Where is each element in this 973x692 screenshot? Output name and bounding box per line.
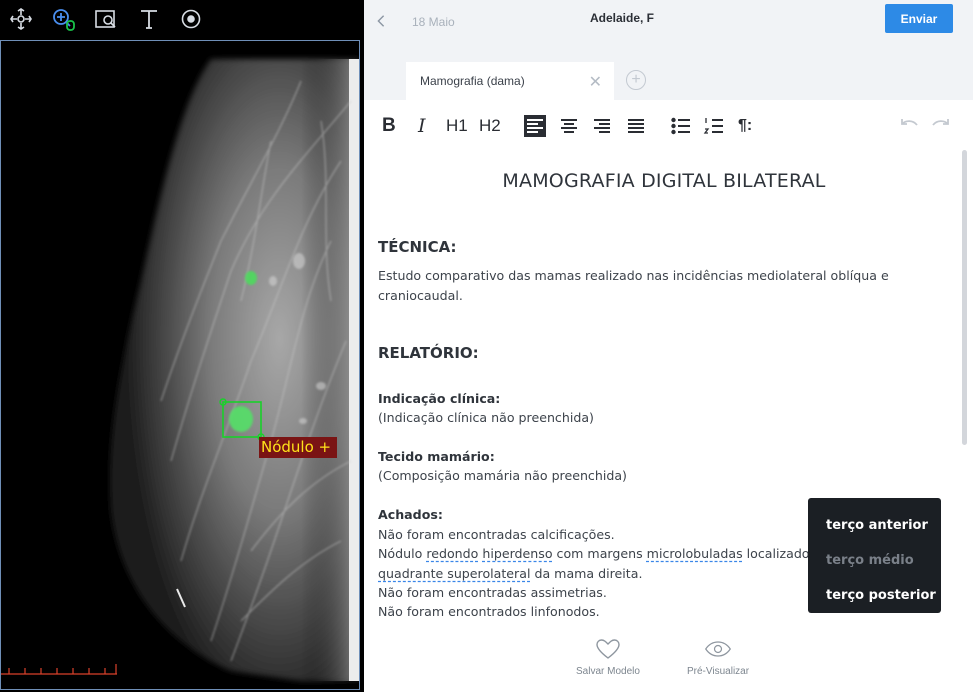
tab-mamografia[interactable]: Mamografia (dama) ✕: [406, 62, 614, 100]
report-title: MAMOGRAFIA DIGITAL BILATERAL: [502, 170, 826, 192]
heading2-button[interactable]: H2: [479, 114, 501, 138]
dropdown-option-medio[interactable]: terço médio: [808, 543, 941, 578]
editor-header: 18 Maio Adelaide, F Enviar Mamografia (d…: [364, 0, 973, 100]
back-chevron-icon[interactable]: [374, 12, 390, 30]
spellcheck-word[interactable]: redondo: [426, 546, 478, 561]
add-tab-icon[interactable]: +: [626, 70, 646, 90]
viewer-toolbar: [0, 0, 364, 38]
dropdown-option-posterior[interactable]: terço posterior: [808, 578, 941, 613]
paragraph-format-button[interactable]: ¶:: [738, 114, 752, 138]
mammogram-image: [1, 41, 359, 689]
zoom-in-icon[interactable]: [50, 6, 76, 32]
achados-label: Achados:: [378, 507, 443, 522]
eye-icon: [705, 641, 732, 657]
spellcheck-word[interactable]: hiperdenso: [482, 546, 552, 561]
align-justify-icon[interactable]: [625, 114, 647, 138]
undo-icon[interactable]: [898, 114, 920, 142]
document-scrollbar[interactable]: [962, 150, 967, 445]
magnifier-icon[interactable]: [93, 6, 119, 32]
achados-text: com margens: [552, 546, 647, 561]
exam-date: 18 Maio: [412, 15, 455, 29]
patient-name: Adelaide, F: [590, 11, 655, 25]
send-button[interactable]: Enviar: [885, 4, 953, 33]
achados-line4: Não foram encontradas assimetrias.: [378, 585, 607, 600]
image-viewer: Nódulo +: [0, 0, 364, 692]
bold-button[interactable]: B: [382, 114, 396, 138]
bullet-list-icon[interactable]: [670, 114, 692, 138]
target-icon[interactable]: [178, 6, 204, 32]
achados-line3: quadrante superolateral da mama direita.: [378, 564, 642, 584]
tecnica-heading: TÉCNICA:: [378, 238, 457, 256]
achados-text: Nódulo: [378, 546, 427, 561]
achados-line1: Não foram encontradas calcificações.: [378, 527, 615, 542]
nodule-annotation-label[interactable]: Nódulo +: [259, 437, 338, 458]
tecnica-text-line2: craniocaudal.: [378, 288, 463, 303]
formatting-toolbar: B I H1 H2 ¶:: [364, 100, 973, 150]
italic-button[interactable]: I: [418, 114, 426, 138]
achados-text: da mama direita.: [530, 566, 643, 581]
tecido-value: (Composição mamária não preenchida): [378, 468, 627, 483]
numbered-list-icon[interactable]: [703, 114, 725, 138]
save-model-button[interactable]: Salvar Modelo: [576, 638, 640, 684]
spellcheck-word[interactable]: quadrante superolateral: [378, 566, 530, 581]
scale-ruler: [1, 664, 117, 675]
heart-icon: [596, 639, 620, 659]
tecido-label: Tecido mamário:: [378, 449, 495, 464]
move-arrows-icon[interactable]: [8, 6, 34, 32]
heading1-button[interactable]: H1: [446, 114, 468, 138]
tab-label: Mamografia (dama): [420, 74, 525, 88]
indicacao-value: (Indicação clínica não preenchida): [378, 410, 594, 425]
align-left-icon[interactable]: [524, 115, 546, 137]
save-model-label: Salvar Modelo: [576, 666, 640, 677]
mammogram-viewport[interactable]: Nódulo +: [0, 40, 360, 690]
align-right-icon[interactable]: [591, 114, 613, 138]
location-dropdown: terço anterior terço médio terço posteri…: [808, 498, 941, 613]
tecnica-text-line1: Estudo comparativo das mamas realizado n…: [378, 268, 889, 283]
dropdown-option-anterior[interactable]: terço anterior: [808, 508, 941, 543]
align-center-icon[interactable]: [558, 114, 580, 138]
redo-icon[interactable]: [930, 114, 952, 142]
spellcheck-word[interactable]: microlobuladas: [647, 546, 743, 561]
relatorio-heading: RELATÓRIO:: [378, 344, 479, 362]
preview-label: Pré-Visualizar: [687, 666, 750, 677]
achados-line2: Nódulo redondo hiperdenso com margens mi…: [378, 544, 822, 564]
preview-button[interactable]: Pré-Visualizar: [687, 638, 749, 684]
achados-line5: Não foram encontrados linfonodos.: [378, 604, 600, 619]
indicacao-label: Indicação clínica:: [378, 391, 501, 406]
close-icon[interactable]: ✕: [589, 72, 602, 92]
text-tool-icon[interactable]: [136, 6, 162, 32]
